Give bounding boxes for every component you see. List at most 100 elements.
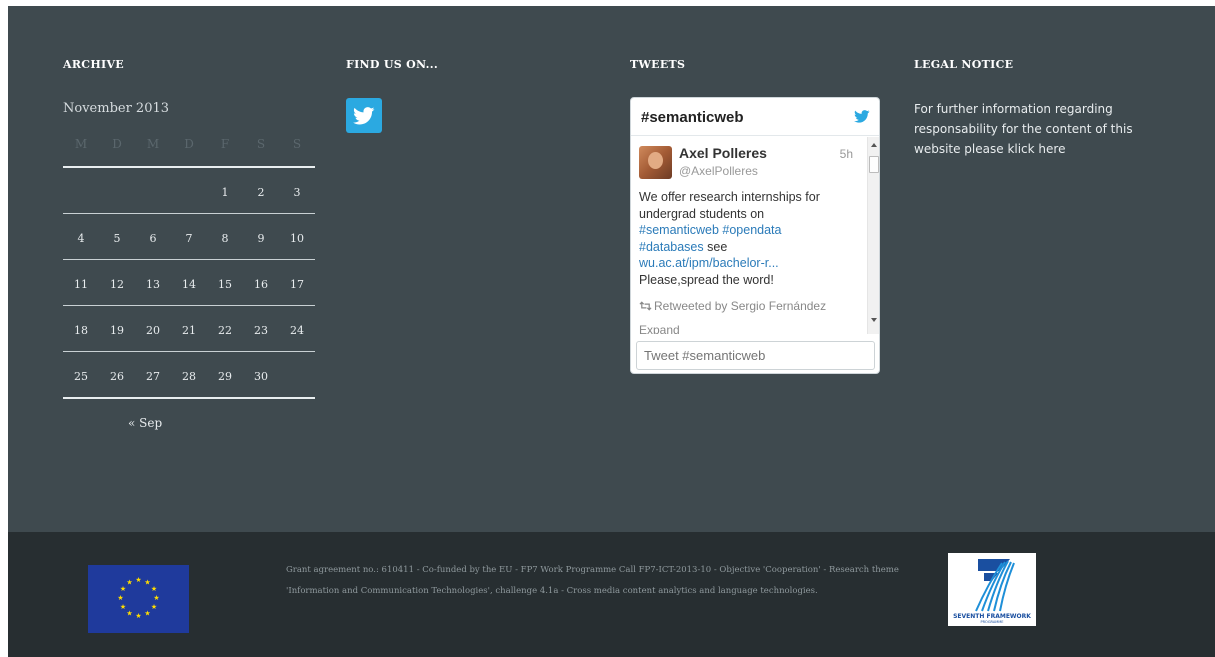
calendar-day: 26 [110, 370, 124, 383]
avatar[interactable] [639, 146, 672, 179]
calendar-day: 8 [221, 232, 229, 245]
calendar-week: 11 12 13 14 15 16 17 [63, 278, 315, 291]
svg-text:★: ★ [144, 579, 150, 587]
calendar-week: 18 19 20 21 22 23 24 [63, 324, 315, 337]
svg-text:★: ★ [153, 594, 159, 602]
svg-text:★: ★ [120, 603, 126, 611]
tweet-list[interactable]: Axel Polleres 5h @AxelPolleres We offer … [631, 137, 867, 334]
tweet-author-name[interactable]: Axel Polleres [679, 145, 767, 161]
calendar-day: 11 [74, 278, 88, 291]
svg-text:★: ★ [126, 610, 132, 618]
eu-stars-icon: ★ ★ ★ ★ ★ ★ ★ ★ ★ ★ ★ ★ [117, 576, 159, 620]
eu-flag-logo: ★ ★ ★ ★ ★ ★ ★ ★ ★ ★ ★ ★ [88, 565, 189, 633]
calendar-day: 22 [218, 324, 232, 337]
calendar-day: 12 [110, 278, 124, 291]
tweet-author-handle[interactable]: @AxelPolleres [679, 164, 758, 178]
calendar-day: 30 [254, 370, 268, 383]
weekday-label: M [74, 137, 88, 151]
calendar-day: 10 [290, 232, 304, 245]
twitter-bird-icon[interactable] [854, 110, 870, 128]
calendar-day [99, 186, 135, 199]
weekday-label: F [220, 137, 230, 151]
calendar-day: 3 [293, 186, 301, 199]
widget-hashtag-title[interactable]: #semanticweb [641, 109, 744, 126]
calendar-rule [63, 213, 315, 214]
svg-text:★: ★ [120, 585, 126, 593]
tweet-compose-input[interactable] [636, 341, 875, 370]
calendar-day: 5 [113, 232, 121, 245]
calendar-day [135, 186, 171, 199]
svg-text:★: ★ [151, 603, 157, 611]
twitter-timeline-widget: #semanticweb Axel Polleres 5h @AxelPolle… [630, 97, 880, 374]
legal-notice-link[interactable]: For further information regarding respon… [914, 99, 1154, 159]
calendar-caption: November 2013 [63, 101, 170, 116]
svg-text:★: ★ [151, 585, 157, 593]
calendar-day: 6 [149, 232, 157, 245]
fp7-logo: SEVENTH FRAMEWORK PROGRAMME [948, 553, 1036, 626]
svg-text:★: ★ [135, 612, 141, 620]
retweet-by-text: Retweeted by Sergio Fernández [654, 299, 827, 313]
calendar-rule [63, 351, 315, 352]
tweet-expand-link[interactable]: Expand [639, 323, 680, 334]
tweet-list-scrollbar[interactable] [867, 137, 879, 334]
hashtag-link[interactable]: #opendata [722, 223, 781, 237]
weekday-label: D [112, 137, 122, 151]
calendar-day: 21 [182, 324, 196, 337]
calendar-day: 18 [74, 324, 88, 337]
tweets-title: TWEETS [630, 58, 686, 71]
hashtag-link[interactable]: #databases [639, 240, 704, 254]
calendar-day: 24 [290, 324, 304, 337]
calendar-day [63, 186, 99, 199]
calendar-day [171, 186, 207, 199]
weekday-label: M [146, 137, 160, 151]
tweet-text-part: see [707, 239, 728, 254]
weekday-label: S [256, 137, 266, 151]
svg-text:★: ★ [126, 579, 132, 587]
scroll-down-arrow-icon[interactable] [871, 318, 877, 322]
calendar-day: 27 [146, 370, 160, 383]
calendar-day: 28 [182, 370, 196, 383]
retweet-info: Retweeted by Sergio Fernández [639, 299, 826, 313]
calendar-day: 23 [254, 324, 268, 337]
calendar-day: 16 [254, 278, 268, 291]
fp7-logo-text: SEVENTH FRAMEWORK [953, 613, 1031, 620]
grant-agreement-text: Grant agreement no.: 610411 - Co-funded … [286, 565, 899, 596]
calendar-day: 25 [74, 370, 88, 383]
fp7-seven-icon: SEVENTH FRAMEWORK PROGRAMME [953, 559, 1031, 624]
tweet-url-link[interactable]: wu.ac.at/ipm/bachelor-r... [639, 256, 779, 270]
svg-text:★: ★ [117, 594, 123, 602]
calendar-rule [63, 166, 315, 168]
twitter-link-button[interactable] [346, 98, 382, 133]
calendar-day: 20 [146, 324, 160, 337]
svg-text:★: ★ [144, 610, 150, 618]
svg-text:★: ★ [135, 576, 141, 584]
calendar-day: 13 [146, 278, 160, 291]
calendar-week: 4 5 6 7 8 9 10 [63, 232, 315, 245]
widget-header: #semanticweb [631, 98, 879, 136]
calendar-day [279, 370, 315, 383]
calendar-day: 7 [185, 232, 193, 245]
calendar-day: 9 [257, 232, 265, 245]
twitter-icon [353, 106, 375, 124]
calendar-rule [63, 259, 315, 260]
hashtag-link[interactable]: #semanticweb [639, 223, 719, 237]
calendar-rule [63, 305, 315, 306]
calendar-day: 17 [290, 278, 304, 291]
calendar-prev-month-link[interactable]: « Sep [128, 416, 162, 430]
archive-title: ARCHIVE [63, 58, 124, 71]
tweet-timestamp[interactable]: 5h [840, 147, 853, 161]
calendar-day: 1 [221, 186, 229, 199]
scrollbar-thumb[interactable] [869, 156, 879, 173]
retweet-icon [639, 301, 652, 311]
tweet-text-part: We offer research internships for underg… [639, 190, 820, 221]
calendar-day: 2 [257, 186, 265, 199]
calendar-weekday-header: M D M D F S S [63, 137, 315, 151]
fp7-logo-subtext: PROGRAMME [981, 620, 1004, 624]
scroll-up-arrow-icon[interactable] [871, 143, 877, 147]
calendar-rule [63, 397, 315, 399]
legal-notice-title: LEGAL NOTICE [914, 58, 1014, 71]
calendar-day: 19 [110, 324, 124, 337]
calendar-day: 14 [182, 278, 196, 291]
calendar-week: 25 26 27 28 29 30 [63, 370, 315, 383]
calendar-day: 15 [218, 278, 232, 291]
